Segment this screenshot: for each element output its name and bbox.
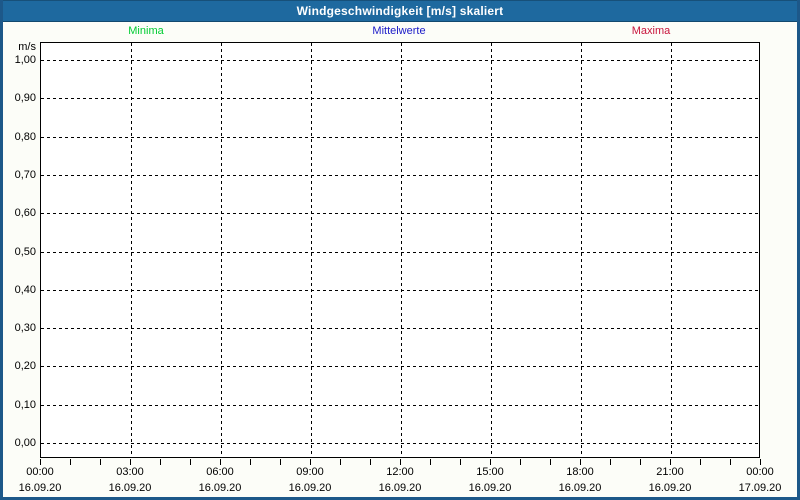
y-tick-label: 0,60 [14, 206, 36, 219]
x-axis-tick [520, 459, 521, 465]
x-axis-tick [280, 459, 281, 465]
plot-grid [41, 43, 759, 457]
x-axis-tick [700, 459, 701, 465]
chart-title: Windgeschwindigkeit [m/s] skaliert [296, 4, 504, 18]
x-tick-date-label: 16.09.20 [288, 482, 332, 494]
y-axis-unit-label: m/s [18, 41, 36, 53]
chart-window: Windgeschwindigkeit [m/s] skaliert Minim… [0, 0, 800, 500]
y-tick-label: 1,00 [14, 53, 36, 66]
x-tick-time-label: 09:00 [296, 466, 324, 478]
legend-minima: Minima [128, 25, 164, 37]
x-axis-tick [400, 459, 401, 465]
x-tick-date-label: 16.09.20 [18, 482, 62, 494]
y-tick-label: 0,30 [14, 321, 36, 334]
x-tick-time-label: 06:00 [206, 466, 234, 478]
x-tick-date-label: 16.09.20 [378, 482, 422, 494]
x-axis-tick [160, 459, 161, 465]
x-tick-date-label: 16.09.20 [468, 482, 512, 494]
x-axis-tick [460, 459, 461, 465]
x-axis-tick [670, 459, 671, 465]
x-tick-time-label: 03:00 [116, 466, 144, 478]
title-bar: Windgeschwindigkeit [m/s] skaliert [0, 0, 800, 22]
plot-area [40, 42, 760, 458]
x-tick-time-label: 12:00 [386, 466, 414, 478]
y-tick-label: 0,50 [14, 245, 36, 258]
y-tick-label: 0,00 [14, 436, 36, 449]
x-axis-tick [130, 459, 131, 465]
x-axis-tick [550, 459, 551, 465]
x-tick-time-label: 00:00 [746, 466, 774, 478]
x-axis-tick [190, 459, 191, 465]
x-tick-date-label: 16.09.20 [648, 482, 692, 494]
x-axis-tick [310, 459, 311, 465]
x-axis-tick [640, 459, 641, 465]
y-tick-label: 0,90 [14, 91, 36, 104]
x-axis-tick [250, 459, 251, 465]
y-tick-label: 0,20 [14, 359, 36, 372]
x-tick-date-label: 16.09.20 [108, 482, 152, 494]
x-axis-tick [730, 459, 731, 465]
x-tick-date-label: 16.09.20 [198, 482, 242, 494]
x-tick-time-label: 21:00 [656, 466, 684, 478]
x-axis-tick [760, 459, 761, 465]
legend-maxima: Maxima [631, 25, 671, 37]
x-tick-time-label: 18:00 [566, 466, 594, 478]
x-axis-tick [340, 459, 341, 465]
x-tick-date-label: 16.09.20 [558, 482, 602, 494]
y-tick-label: 0,80 [14, 130, 36, 143]
x-tick-time-label: 15:00 [476, 466, 504, 478]
y-tick-label: 0,40 [14, 283, 36, 296]
x-axis-tick [100, 459, 101, 465]
y-tick-label: 0,70 [14, 168, 36, 181]
x-axis-tick [70, 459, 71, 465]
x-tick-date-label: 17.09.20 [738, 482, 782, 494]
x-tick-time-label: 00:00 [26, 466, 54, 478]
window-border-left [0, 0, 3, 500]
legend-mittelwerte: Mittelwerte [372, 25, 426, 37]
x-axis-tick [610, 459, 611, 465]
x-axis-tick [220, 459, 221, 465]
y-tick-label: 0,10 [14, 398, 36, 411]
x-axis-tick [430, 459, 431, 465]
x-axis-tick [580, 459, 581, 465]
x-axis-tick [370, 459, 371, 465]
x-axis-tick [40, 459, 41, 465]
x-axis-tick [490, 459, 491, 465]
